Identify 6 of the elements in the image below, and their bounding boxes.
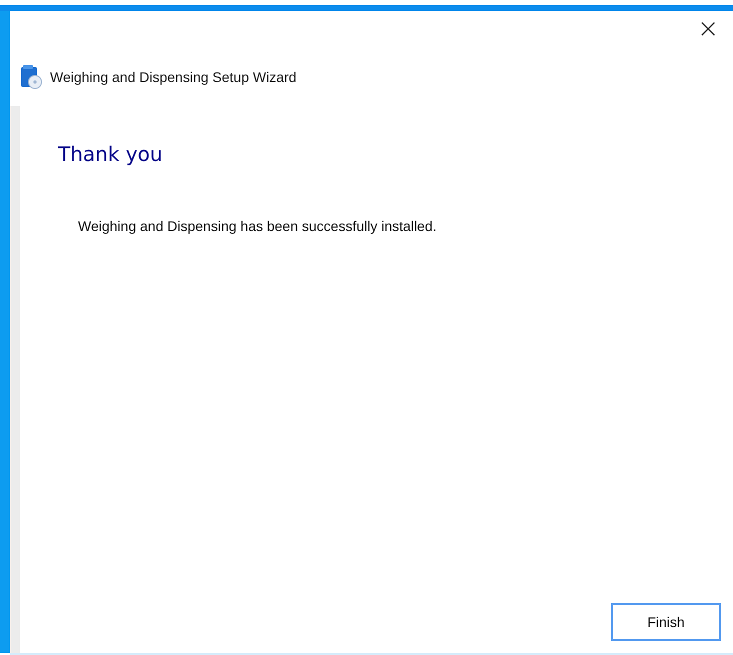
installer-icon [20,65,42,89]
window-title: Weighing and Dispensing Setup Wizard [50,69,296,85]
finish-button[interactable]: Finish [611,603,721,641]
success-message: Weighing and Dispensing has been successfully installed. [78,218,438,234]
page-heading: Thank you [58,142,164,166]
close-button[interactable]: × [691,16,725,42]
